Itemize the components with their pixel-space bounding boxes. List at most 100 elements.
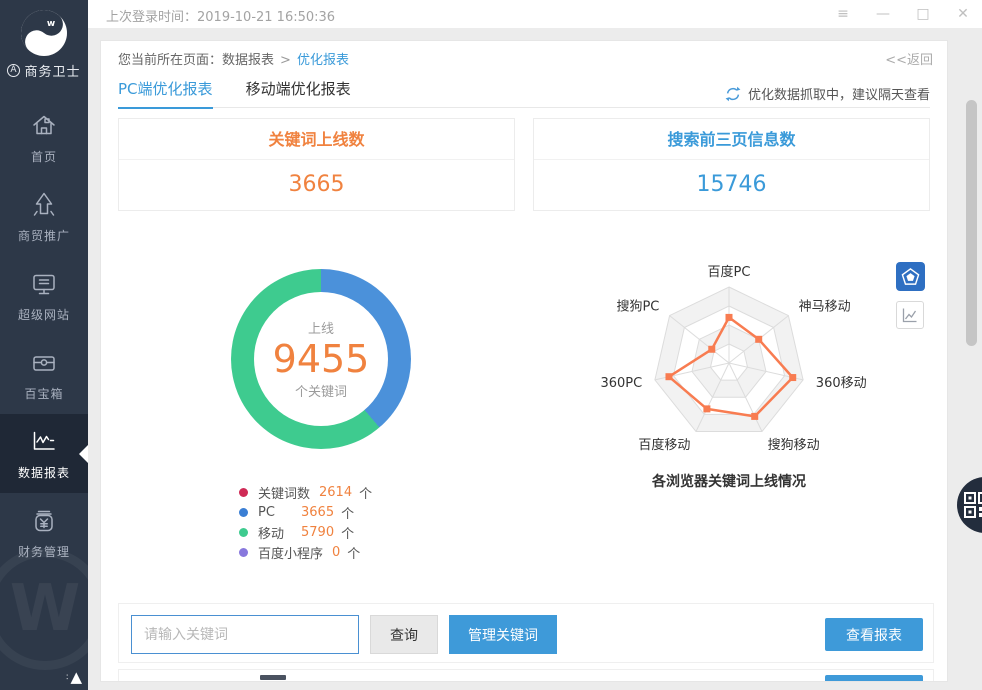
view-report-button[interactable]: 查看报表 xyxy=(825,618,923,651)
legend-unit: 个 xyxy=(347,543,360,562)
menu-icon[interactable]: ≡ xyxy=(834,3,852,25)
app-logo-icon: w xyxy=(18,7,70,59)
sidebar: w A 商务卫士 首页 商贸推广 超级网站 百宝箱 数据报表 财务管理 W ∶▲ xyxy=(0,0,88,690)
legend-row: 移动 5790 个 xyxy=(239,522,372,542)
vertical-scrollbar[interactable] xyxy=(964,28,979,690)
sidebar-item-home[interactable]: 首页 xyxy=(0,98,88,177)
qr-code-float-button[interactable] xyxy=(957,477,982,533)
legend-label: PC xyxy=(258,505,292,520)
report-icon xyxy=(29,427,59,457)
radar-data-point xyxy=(708,346,715,353)
clipped-text xyxy=(260,675,286,680)
brand-name: 商务卫士 xyxy=(24,61,80,80)
query-button[interactable]: 查询 xyxy=(370,615,438,654)
sidebar-item-toolbox[interactable]: 百宝箱 xyxy=(0,335,88,414)
legend-unit: 个 xyxy=(341,523,354,542)
legend-row: 关键词数 2614 个 xyxy=(239,482,372,502)
donut-label-bottom: 个关键词 xyxy=(295,381,347,400)
back-link[interactable]: <<返回 xyxy=(885,49,933,68)
svg-text:w: w xyxy=(47,19,55,29)
radar-data-point xyxy=(665,373,672,380)
tab-bar: PC端优化报表 移动端优化报表 优化数据抓取中，建议隔天查看 xyxy=(118,78,930,108)
radar-axis-label: 百度移动 xyxy=(638,437,690,453)
radar-axis-label: 神马移动 xyxy=(799,299,851,314)
keyword-search-input[interactable] xyxy=(131,615,359,654)
breadcrumb-section[interactable]: 数据报表 xyxy=(222,53,274,68)
legend-unit: 个 xyxy=(341,503,354,522)
toolbox-icon xyxy=(29,348,59,378)
qr-code-icon xyxy=(964,492,982,518)
radar-pentagon-icon xyxy=(901,267,920,286)
sidebar-item-label: 商贸推广 xyxy=(0,227,88,244)
radar-data-point xyxy=(755,336,762,343)
legend-value: 0 xyxy=(332,545,340,560)
website-icon xyxy=(29,269,59,299)
radar-axis-label: 百度PC xyxy=(708,264,751,280)
promotion-icon xyxy=(29,190,59,220)
stat-card-keywords-online: 关键词上线数 3665 xyxy=(118,118,515,211)
sidebar-item-label: 百宝箱 xyxy=(0,385,88,402)
legend-dot-icon xyxy=(239,508,248,517)
radar-data-point xyxy=(751,413,758,420)
sidebar-collapse-control[interactable]: ∶▲ xyxy=(66,668,82,686)
brand-badge-icon: A xyxy=(7,64,20,77)
legend-value: 3665 xyxy=(301,505,334,520)
legend-label: 关键词数 xyxy=(258,483,310,502)
line-chart-icon xyxy=(901,306,919,324)
donut-center: 上线 9455 个关键词 xyxy=(254,292,388,426)
legend-value: 2614 xyxy=(319,485,352,500)
window-controls: ≡ — □ ✕ xyxy=(834,3,972,25)
watermark-shield-icon: W xyxy=(0,548,88,670)
next-section-partial xyxy=(118,669,934,682)
legend-label: 移动 xyxy=(258,523,292,542)
stat-card-title: 关键词上线数 xyxy=(119,119,514,160)
chart-legend: 关键词数 2614 个 PC 3665 个 移动 5790 个 百度小程序 0 … xyxy=(239,482,372,562)
stat-card-title: 搜索前三页信息数 xyxy=(534,119,929,160)
radar-data-point xyxy=(703,405,710,412)
sidebar-item-label: 数据报表 xyxy=(0,464,88,481)
close-icon[interactable]: ✕ xyxy=(954,3,972,25)
breadcrumb-current[interactable]: 优化报表 xyxy=(297,53,349,68)
title-bar: 上次登录时间：2019-10-21 16:50:36 ≡ — □ ✕ xyxy=(88,0,982,28)
sidebar-item-label: 超级网站 xyxy=(0,306,88,323)
scrollbar-thumb[interactable] xyxy=(966,100,977,346)
sidebar-item-trade-promotion[interactable]: 商贸推广 xyxy=(0,177,88,256)
donut-value: 9455 xyxy=(273,337,370,381)
sidebar-item-label: 首页 xyxy=(0,148,88,165)
view-report-button-partial[interactable] xyxy=(825,675,923,682)
stat-card-value: 3665 xyxy=(119,160,514,210)
stat-cards: 关键词上线数 3665 搜索前三页信息数 15746 xyxy=(118,118,930,211)
sidebar-item-super-website[interactable]: 超级网站 xyxy=(0,256,88,335)
donut-chart: 上线 9455 个关键词 xyxy=(231,269,411,449)
legend-dot-icon xyxy=(239,488,248,497)
sidebar-item-data-reports[interactable]: 数据报表 xyxy=(0,414,88,493)
stat-card-value: 15746 xyxy=(534,160,929,210)
tab-pc-report[interactable]: PC端优化报表 xyxy=(118,78,213,109)
legend-label: 百度小程序 xyxy=(258,543,323,562)
legend-unit: 个 xyxy=(359,483,372,502)
radar-axis-label: 360PC xyxy=(600,376,642,391)
dots-icon: ∶ xyxy=(66,673,68,683)
manage-keywords-button[interactable]: 管理关键词 xyxy=(449,615,557,654)
breadcrumb: 您当前所在页面：数据报表>优化报表 xyxy=(118,49,349,68)
line-view-toggle-button[interactable] xyxy=(896,301,924,329)
keyword-search-section: 查询 管理关键词 查看报表 xyxy=(118,603,934,663)
radar-data-point xyxy=(789,374,796,381)
legend-row: PC 3665 个 xyxy=(239,502,372,522)
sidebar-nav: 首页 商贸推广 超级网站 百宝箱 数据报表 财务管理 xyxy=(0,98,88,572)
legend-dot-icon xyxy=(239,528,248,537)
radar-axis-label: 360移动 xyxy=(816,376,867,391)
maximize-icon[interactable]: □ xyxy=(914,3,932,25)
donut-label-top: 上线 xyxy=(308,318,334,337)
stat-card-top3-info: 搜索前三页信息数 15746 xyxy=(533,118,930,211)
tab-mobile-report[interactable]: 移动端优化报表 xyxy=(246,78,351,107)
breadcrumb-separator: > xyxy=(280,53,291,68)
radar-chart-title: 各浏览器关键词上线情况 xyxy=(579,471,879,491)
radar-axis-label: 搜狗移动 xyxy=(768,438,820,453)
last-login-time: 上次登录时间：2019-10-21 16:50:36 xyxy=(106,6,335,25)
finance-icon xyxy=(29,506,59,536)
minimize-icon[interactable]: — xyxy=(874,3,892,25)
radar-view-toggle-button[interactable] xyxy=(896,262,925,291)
legend-value: 5790 xyxy=(301,525,334,540)
legend-dot-icon xyxy=(239,548,248,557)
